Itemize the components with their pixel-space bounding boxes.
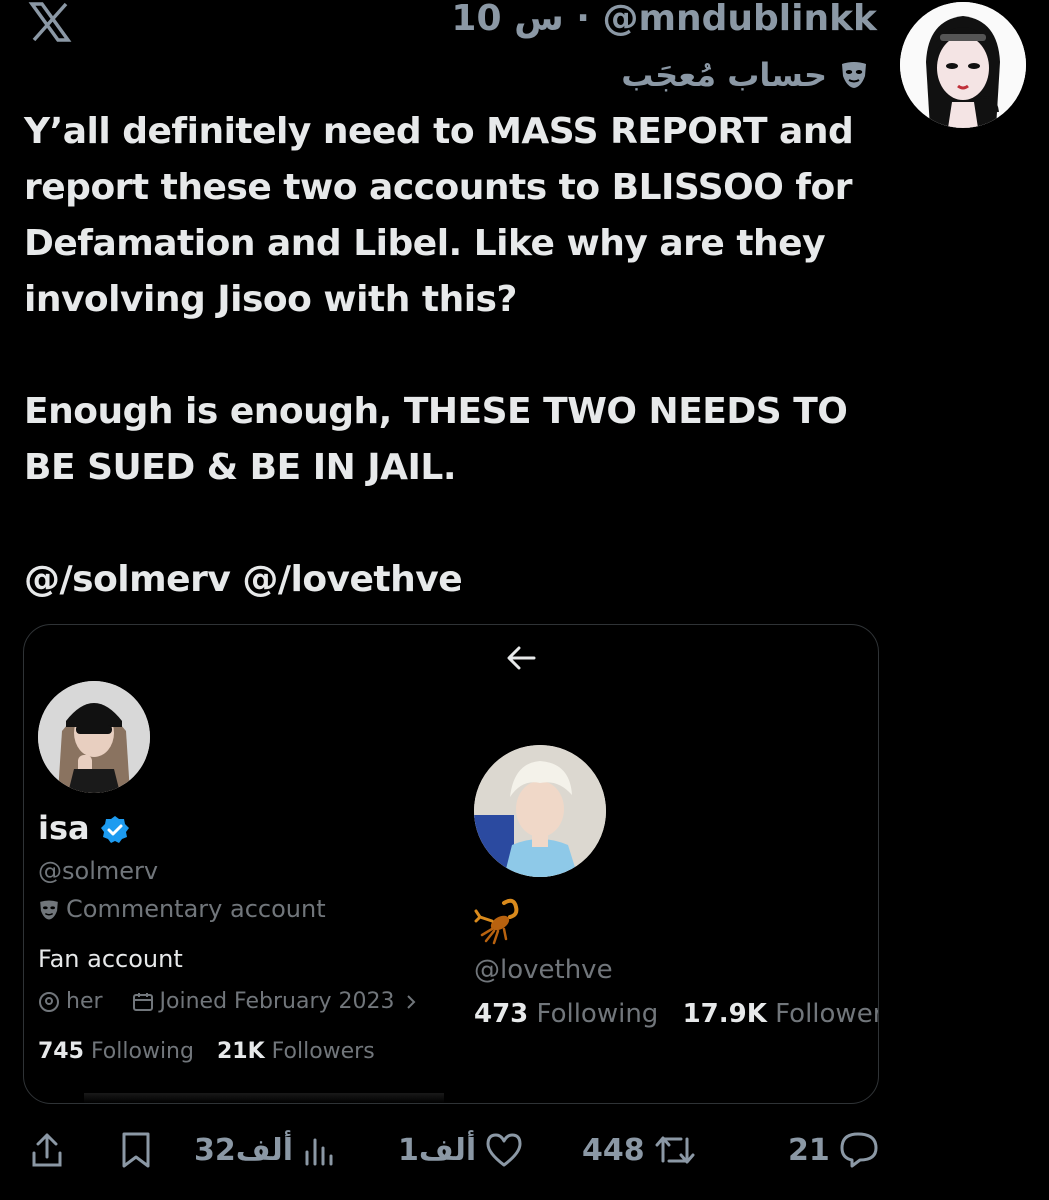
account-label: حساب مُعجَب: [621, 56, 827, 94]
profile-handle: @solmerv: [38, 857, 159, 885]
bookmark-icon: [122, 1132, 150, 1168]
tweet-meta-line[interactable]: 10 س · @mndublinkk: [451, 0, 877, 39]
reply-icon: [840, 1132, 878, 1168]
profile-name: isa: [38, 809, 90, 847]
share-button[interactable]: [28, 1128, 66, 1172]
account-type-text: Commentary account: [66, 895, 326, 923]
like-count: 1ألف: [398, 1132, 477, 1168]
following-count: 745: [38, 1039, 84, 1064]
x-logo-icon[interactable]: [28, 2, 72, 42]
tweet-paragraph: Enough is enough, THESE TWO NEEDS TO BE …: [24, 391, 848, 488]
profile-meta: her Joined February 2023: [38, 989, 447, 1019]
retweet-button[interactable]: 448: [582, 1128, 697, 1172]
following-label: Following: [90, 1039, 194, 1064]
following-label: Following: [536, 999, 659, 1029]
share-icon: [32, 1133, 62, 1167]
followers-label: Followers: [271, 1039, 375, 1064]
profile-bio: Fan account: [38, 945, 183, 973]
lovethve-avatar: [474, 745, 606, 877]
reply-count: 21: [788, 1132, 830, 1168]
tweet-mentions: @/solmerv @/lovethve: [24, 559, 463, 600]
calendar-icon: [132, 992, 153, 1011]
cropped-content-edge: [84, 1093, 444, 1103]
back-arrow-icon: [507, 646, 536, 670]
mask-icon: [40, 900, 58, 920]
pronouns: her: [66, 989, 103, 1014]
chevron-right-icon: [406, 994, 415, 1009]
profile-handle: @lovethve: [474, 955, 613, 985]
bookmark-button[interactable]: [118, 1128, 154, 1172]
like-icon: [486, 1133, 522, 1167]
verified-badge-icon: [101, 816, 129, 843]
tweet-body: Y’all definitely need to MASS REPORT and…: [24, 104, 904, 608]
mask-icon: [842, 62, 866, 88]
author-avatar[interactable]: [900, 2, 1026, 128]
followers-count: 21K: [216, 1039, 265, 1064]
scorpion-icon: [474, 898, 519, 945]
followers-count: 17.9K: [682, 999, 767, 1029]
followers-label: Followers: [775, 999, 878, 1029]
embedded-screenshot-card[interactable]: isa @solmerv Commentary account Fan acco…: [23, 624, 879, 1104]
views-icon: [305, 1138, 333, 1166]
join-date: Joined February 2023: [159, 989, 395, 1014]
retweet-icon: [655, 1136, 695, 1164]
retweet-count: 448: [582, 1132, 645, 1168]
reply-button[interactable]: 21: [788, 1128, 880, 1172]
isa-avatar: [38, 681, 150, 793]
follow-stats: 473 Following 17.9K Followers: [474, 999, 878, 1029]
tweet-paragraph: Y’all definitely need to MASS REPORT and…: [24, 111, 854, 320]
views-button[interactable]: 32ألف: [194, 1128, 337, 1172]
location-icon: [39, 991, 59, 1012]
views-count: 32ألف: [194, 1132, 294, 1168]
follow-stats: 745 Following 21K Followers: [38, 1039, 391, 1064]
following-count: 473: [474, 999, 529, 1029]
account-type-label: Commentary account: [38, 895, 326, 923]
like-button[interactable]: 1ألف: [398, 1128, 524, 1172]
